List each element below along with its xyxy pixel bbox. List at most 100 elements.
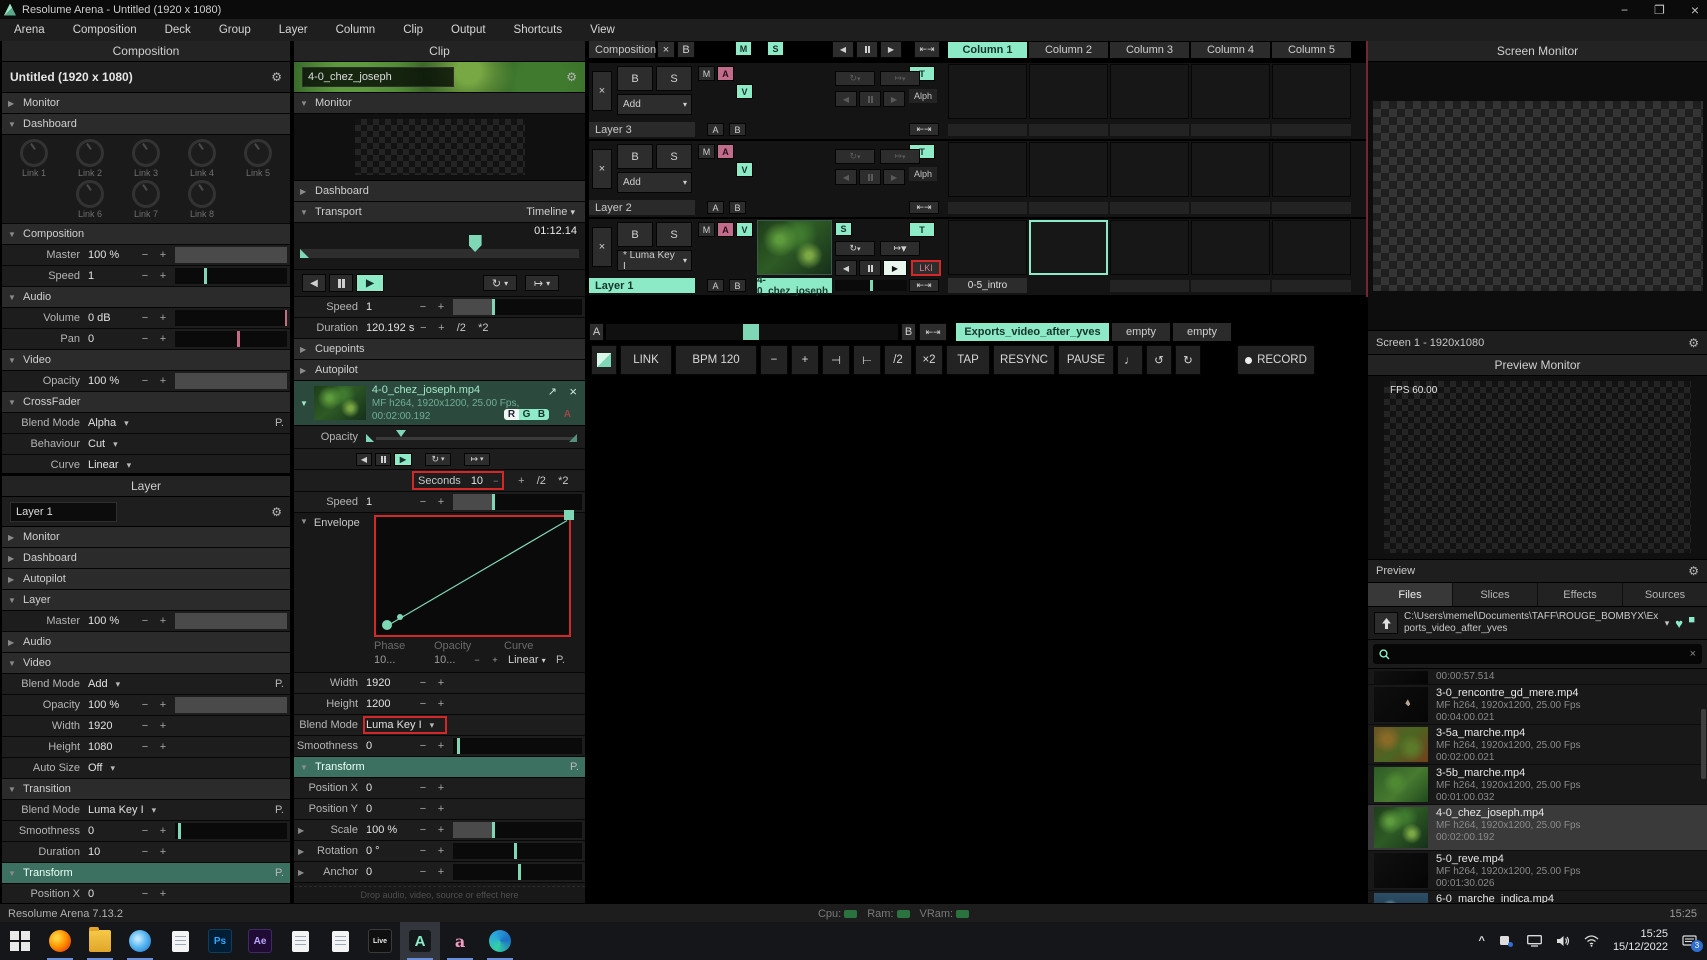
param-value-duration[interactable]: 10	[88, 846, 136, 858]
transport-mode-dropdown[interactable]: Timeline ▾	[526, 206, 575, 218]
increment-button[interactable]: +	[432, 496, 450, 508]
param-slider-scale[interactable]	[453, 822, 582, 838]
increment-button[interactable]: +	[154, 615, 172, 627]
transport-back-button[interactable]: ◀	[302, 274, 326, 292]
envelope-point-end[interactable]	[564, 510, 574, 520]
layer-v-button[interactable]: V	[736, 84, 753, 99]
clip-cell-4-0_chez_joseph[interactable]	[1029, 220, 1108, 275]
section-layer[interactable]: ▼Layer	[2, 590, 290, 611]
resync-button[interactable]: RESYNC	[993, 345, 1055, 375]
dashboard-knob-8[interactable]: Link 8	[182, 180, 222, 219]
clip-cell[interactable]	[1191, 142, 1270, 197]
increment-button[interactable]: +	[432, 782, 450, 794]
clip-cell[interactable]	[1110, 142, 1189, 197]
layer-play-button[interactable]: ▶	[883, 260, 907, 276]
column-tab-3[interactable]: Column 3	[1110, 42, 1189, 58]
param-extra-button[interactable]: /2	[450, 322, 472, 334]
layer-loop-button[interactable]: ↻▾	[835, 241, 875, 256]
preview-settings-gear-icon[interactable]: ⚙	[1688, 564, 1699, 578]
clip-cell[interactable]	[1110, 64, 1189, 119]
edge-icon[interactable]	[480, 922, 520, 960]
clip-cell[interactable]	[1191, 64, 1270, 119]
tray-chevron-icon[interactable]: ^	[1479, 935, 1485, 947]
increment-button[interactable]: +	[432, 866, 450, 878]
section-monitor[interactable]: ▶Monitor	[2, 527, 290, 548]
after-effects-icon[interactable]: Ae	[240, 922, 280, 960]
layer-play-button[interactable]: ▶	[883, 169, 905, 185]
file-item-3-0_rencontre_gd_mere.mp4[interactable]: 3-0_rencontre_gd_mere.mp4MF h264, 1920x1…	[1368, 685, 1707, 725]
clip-name-input[interactable]	[302, 67, 454, 87]
layer-pause-button[interactable]	[859, 260, 881, 276]
browser-tab-sources[interactable]: Sources	[1623, 583, 1707, 606]
param-value-opacity[interactable]: 100 %	[88, 699, 136, 711]
clip-autopilot-section[interactable]: ▶ Autopilot	[294, 360, 585, 381]
minimize-button[interactable]: −	[1621, 3, 1628, 17]
nudge-down-button[interactable]: ⊣	[822, 345, 850, 375]
layer-direction-button[interactable]: ↦▾	[880, 241, 920, 256]
layer-name-label[interactable]: Layer 3	[589, 122, 695, 137]
ableton-live-icon[interactable]: Live	[360, 922, 400, 960]
link-button[interactable]: LINK	[620, 345, 672, 375]
param-p-button[interactable]: P.	[275, 867, 284, 879]
bpm-half-button[interactable]: /2	[884, 345, 912, 375]
layer-b-toggle[interactable]: B	[729, 201, 746, 214]
section-video[interactable]: ▼Video	[2, 653, 290, 674]
clip-monitor-section[interactable]: ▼ Monitor	[294, 93, 585, 114]
param-slider-smoothness[interactable]	[175, 823, 287, 839]
param-slider-master[interactable]	[175, 247, 287, 263]
dashboard-knob-2[interactable]: Link 2	[70, 139, 110, 178]
layer-direction-button[interactable]: ↦▾	[880, 149, 920, 164]
decrement-button[interactable]: −	[414, 301, 432, 313]
increment-button[interactable]: +	[154, 333, 172, 345]
clip-back-button[interactable]: ◀	[356, 453, 372, 466]
param-value-speed[interactable]: 1	[88, 270, 136, 282]
clip-cell[interactable]	[1272, 142, 1351, 197]
increment-button[interactable]: +	[432, 322, 450, 334]
layer-solo-button[interactable]: S	[656, 66, 692, 91]
taskbar-clock[interactable]: 15:25 15/12/2022	[1613, 928, 1668, 954]
layer-a-button[interactable]: A	[717, 144, 734, 159]
clip-cell[interactable]	[1029, 142, 1108, 197]
decrement-button[interactable]: −	[136, 270, 154, 282]
decrement-button[interactable]: −	[414, 782, 432, 794]
envelope-point-2[interactable]	[397, 614, 403, 620]
layer-back-button[interactable]: ◀	[835, 91, 857, 107]
increment-button[interactable]: +	[432, 803, 450, 815]
alpha-channel-toggle[interactable]: A	[564, 409, 571, 420]
crossfader-skip-buttons[interactable]: ⇤⇥	[919, 323, 947, 341]
layer-blend-mode-dropdown[interactable]: Add▾	[617, 94, 692, 115]
increment-button[interactable]: +	[432, 301, 450, 313]
view-mode-grid-icon[interactable]	[1689, 617, 1701, 629]
decrement-button[interactable]: −	[414, 698, 432, 710]
increment-button[interactable]: +	[154, 720, 172, 732]
layer-m-button[interactable]: M	[698, 144, 715, 159]
favorite-heart-icon[interactable]: ♥	[1675, 616, 1683, 631]
notepad-icon[interactable]	[160, 922, 200, 960]
increment-button[interactable]: +	[154, 249, 172, 261]
section-dashboard[interactable]: ▼Dashboard	[2, 114, 290, 135]
increment-button[interactable]: +	[432, 740, 450, 752]
param-value-position-x[interactable]: 0	[88, 888, 136, 900]
composition-clear-button[interactable]: ×	[657, 41, 675, 58]
envelope-graph[interactable]	[374, 515, 571, 637]
menu-item-layer[interactable]: Layer	[265, 24, 322, 36]
bpm-plus-button[interactable]: +	[791, 345, 819, 375]
column-tab-2[interactable]: Column 2	[1029, 42, 1108, 58]
layer-back-button[interactable]: ◀	[835, 169, 857, 185]
layer-name-label[interactable]: Layer 1	[589, 278, 695, 293]
param-value-auto-size[interactable]: Off▾	[88, 762, 166, 774]
param-p-button[interactable]: P.	[275, 417, 284, 429]
increment-button[interactable]: +	[154, 741, 172, 753]
layer-skip-buttons[interactable]: ⇤⇥	[909, 201, 939, 214]
clip-dashboard-section[interactable]: ▶ Dashboard	[294, 181, 585, 202]
decrement-button[interactable]: −	[414, 845, 432, 857]
file-item-6-0_marche_indica.mp4[interactable]: 6-0_marche_indica.mp4MF h264, 1920x1200,…	[1368, 891, 1707, 903]
composition-play-button[interactable]: ▶	[880, 41, 902, 58]
clip-loop-button[interactable]: ↻▾	[425, 453, 451, 466]
increment-button[interactable]: +	[154, 270, 172, 282]
decrement-button[interactable]: −	[414, 496, 432, 508]
param-value-speed[interactable]: 1	[366, 496, 414, 508]
column-tab-1[interactable]: Column 1	[948, 42, 1027, 58]
clip-transport-section[interactable]: ▼ Transport Timeline ▾	[294, 202, 585, 223]
layer-solo-button[interactable]: S	[656, 144, 692, 169]
